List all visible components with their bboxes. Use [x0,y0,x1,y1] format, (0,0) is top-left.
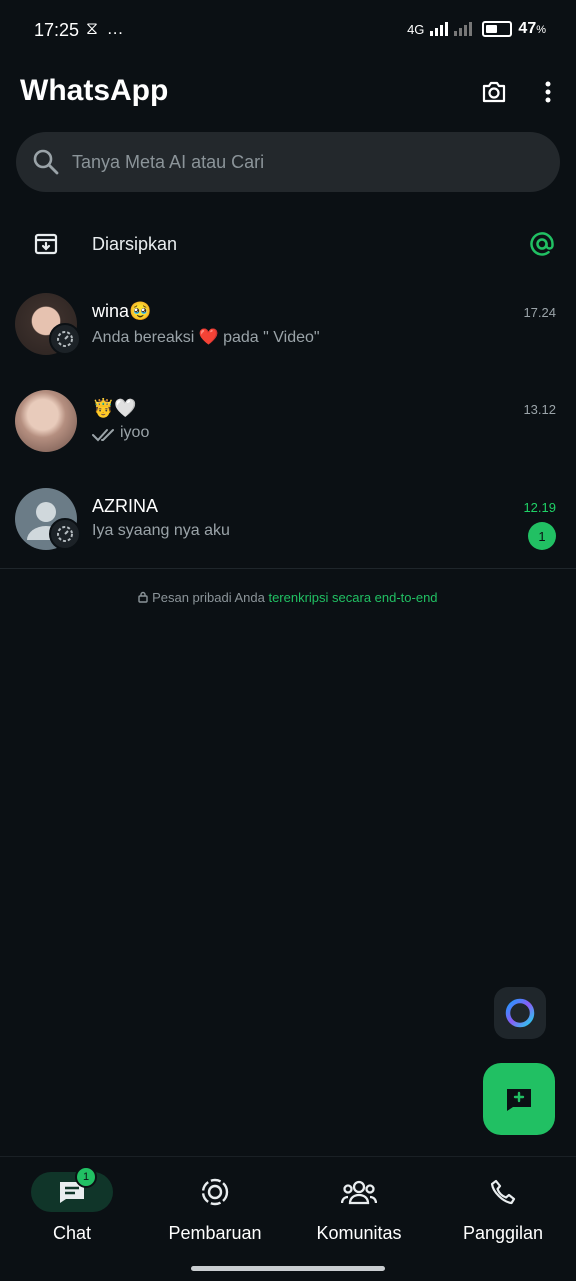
archive-icon [34,233,58,255]
nav-chat-label: Chat [52,1223,92,1243]
avatar [15,390,77,452]
encryption-link[interactable]: terenkripsi secara end-to-end [268,590,437,605]
chat-name: wina🥹 [92,301,152,321]
bottom-navigation: 1 Chat Pembaruan Komunitas Panggilan [0,1156,576,1281]
nav-calls[interactable]: Panggilan [431,1171,575,1244]
nav-updates[interactable]: Pembaruan [143,1171,287,1244]
nav-calls-label: Panggilan [462,1223,544,1243]
more-vert-icon [545,81,551,103]
search-icon [33,149,59,175]
encryption-text: Pesan pribadi Anda [152,590,269,605]
status-clock-icon [49,518,81,550]
archived-label: Diarsipkan [92,234,178,254]
chat-name: 🤴🤍 [92,398,137,418]
status-right: 4G 47% [407,20,546,38]
nav-chat[interactable]: 1 Chat [0,1166,144,1244]
camera-icon [482,81,506,103]
status-clock-icon [49,323,81,355]
lock-icon [138,591,149,603]
archived-row[interactable]: Diarsipkan [0,218,576,270]
chat-name: AZRINA [92,496,159,516]
meta-ai-icon [505,998,535,1028]
status-bar: 17:25 ⧖ … 4G 47% [0,0,576,60]
nav-updates-label: Pembaruan [168,1223,262,1243]
chat-time: 13.12 [523,402,556,417]
updates-icon [201,1178,229,1206]
camera-button[interactable] [476,74,512,110]
chat-row[interactable]: AZRINA Iya syaang nya aku 12.19 1 [0,488,576,578]
nav-chat-active-pill: 1 [31,1166,113,1212]
chat-last-message: Anda bereaksi ❤️ pada " Video" [92,329,320,346]
signal-off-icon [454,22,473,36]
chat-last-message: Iya syaang nya aku [92,522,230,539]
nav-chat-badge: 1 [75,1166,97,1188]
encryption-notice: Pesan pribadi Anda terenkripsi secara en… [0,590,576,605]
phone-icon [490,1179,516,1205]
nav-communities[interactable]: Komunitas [287,1171,431,1244]
read-receipt-icon [92,429,114,442]
chat-time: 12.19 [523,500,556,515]
battery-icon [482,21,513,37]
communities-icon [341,1180,377,1205]
meta-ai-button[interactable] [494,987,546,1039]
divider [0,568,576,569]
network-4g-label: 4G [407,21,425,37]
notification-icons: ⧖ … [86,19,126,38]
app-title: WhatsApp [20,74,169,107]
chat-last-message: iyoo [120,424,150,441]
signal-icon [430,22,449,36]
search-placeholder: Tanya Meta AI atau Cari [72,152,265,172]
new-chat-button[interactable] [483,1063,555,1135]
battery-level: 47% [518,20,546,37]
status-time: 17:25 [34,20,80,40]
search-bar[interactable]: Tanya Meta AI atau Cari [16,132,560,192]
new-chat-icon [507,1089,531,1111]
chat-row[interactable]: 🤴🤍 iyoo 13.12 [0,390,576,480]
app-header: WhatsApp [20,70,560,114]
chat-row[interactable]: wina🥹 Anda bereaksi ❤️ pada " Video" 17.… [0,293,576,383]
mention-icon [530,232,554,256]
more-options-button[interactable] [530,74,566,110]
chat-time: 17.24 [523,305,556,320]
home-indicator [191,1266,385,1271]
nav-communities-label: Komunitas [316,1223,402,1243]
unread-badge: 1 [528,522,556,550]
